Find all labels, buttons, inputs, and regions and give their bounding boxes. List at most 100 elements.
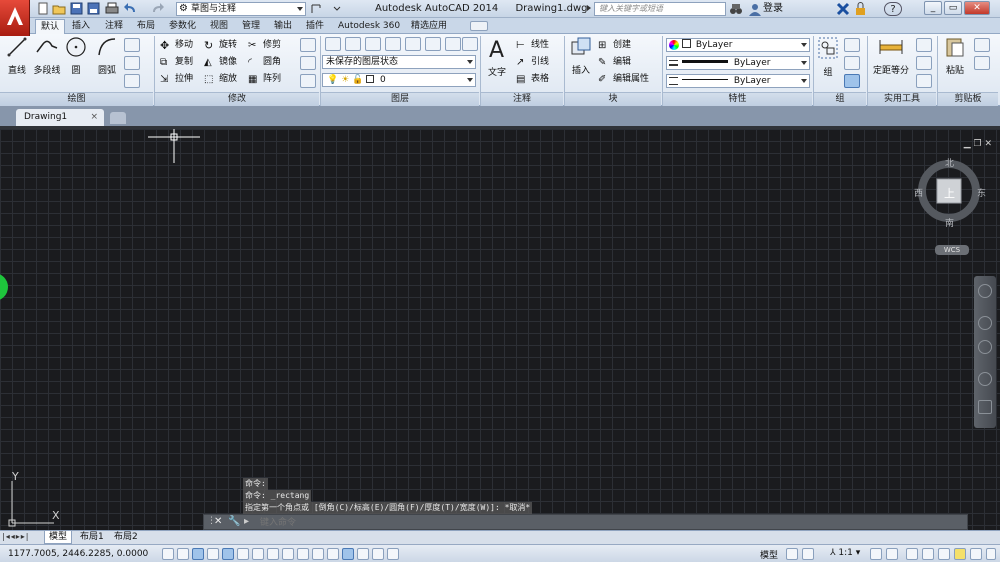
offset-icon[interactable] [300,74,316,88]
groups-panel-title[interactable]: 组 [814,92,866,106]
new-drawing-tab-button[interactable] [110,112,126,124]
tab-layout2[interactable]: 布局2 [110,531,142,544]
clipboard-panel-title[interactable]: 剪贴板 [938,92,998,106]
layer-properties-icon[interactable] [325,37,341,51]
copy-tool[interactable]: ⧉ 复制 [160,55,193,70]
save-as-icon[interactable] [87,2,101,15]
array-tool[interactable]: ▦ 阵列 [248,72,281,87]
isolate-objects-icon[interactable] [954,548,966,560]
layer-icon[interactable] [425,37,441,51]
tab-plugins[interactable]: 插件 [301,19,329,34]
cut-icon[interactable] [974,38,990,52]
tab-model[interactable]: 模型 [44,531,73,544]
layout-nav-arrows-icon[interactable]: |◂◂▸▸| [2,532,29,541]
3d-object-snap-icon[interactable] [252,548,264,560]
text-tool[interactable]: A 文字 [484,36,510,78]
command-input[interactable] [260,517,860,528]
quick-calc-icon[interactable] [916,56,932,70]
drawing-tab[interactable]: Drawing1 × [16,109,104,126]
close-tab-icon[interactable]: × [90,109,98,126]
restore-button[interactable]: ▭ [944,1,962,15]
workspace-select[interactable]: ⚙ 草图与注释 [176,2,306,16]
group-select-icon[interactable] [844,74,860,88]
wcs-menu-button[interactable]: WCS [935,245,969,255]
auto-scale-icon[interactable] [886,548,898,560]
modify-panel-title[interactable]: 修改 [155,92,319,106]
arc-tool[interactable]: 圆弧 [94,36,120,76]
ungroup-icon[interactable] [844,38,860,52]
viewcube-north[interactable]: 北 [945,156,954,169]
layer-icon[interactable] [462,37,478,51]
linetype-select[interactable]: ByLayer [666,74,810,88]
tab-insert[interactable]: 插入 [67,19,95,34]
viewcube-top-face[interactable]: 上 [944,185,955,201]
object-snap-tracking-icon[interactable] [267,548,279,560]
lineweight-toggle-icon[interactable] [312,548,324,560]
tab-home[interactable]: 默认 [35,19,66,34]
viewcube-south[interactable]: 南 [945,216,954,229]
rotate-tool[interactable]: ↻ 旋转 [204,38,237,53]
circle-tool[interactable]: 圆 [64,36,88,76]
toolbar-lock-icon[interactable] [922,548,934,560]
dynamic-input-icon[interactable] [297,548,309,560]
paste-tool[interactable]: 粘贴 [942,36,968,76]
tab-view[interactable]: 视图 [205,19,233,34]
edit-attributes-tool[interactable]: ✐ 编辑属性 [598,72,649,87]
annotation-visibility-icon[interactable] [870,548,882,560]
showmotion-icon[interactable] [978,400,992,414]
minimize-button[interactable]: _ [924,1,942,15]
layer-icon[interactable] [405,37,421,51]
login-button[interactable]: 登录 [763,2,783,16]
annotation-panel-title[interactable]: 注释 [481,92,563,106]
navigation-bar[interactable] [974,276,996,428]
polar-tracking-icon[interactable] [222,548,234,560]
exchange-x-icon[interactable] [836,2,850,16]
measure-tool[interactable]: 定距等分 [870,36,912,76]
wrench-icon[interactable]: 🔧 [228,516,240,527]
lineweight-select[interactable]: ByLayer [666,56,810,70]
quick-view-layouts-icon[interactable] [786,548,798,560]
tab-layout1[interactable]: 布局1 [76,531,108,544]
search-expand-icon[interactable] [587,5,591,11]
move-tool[interactable]: ✥ 移动 [160,38,193,53]
scale-tool[interactable]: ⬚ 缩放 [204,72,237,87]
help-icon[interactable]: ? [884,2,902,16]
search-input[interactable]: 键入关键字或短语 [594,2,726,16]
quick-properties-icon[interactable] [342,548,354,560]
new-file-icon[interactable] [36,2,50,15]
binoculars-icon[interactable] [729,2,743,16]
viewport-minimize-icon[interactable]: ▁ [964,139,971,149]
tab-annotate[interactable]: 注释 [100,19,128,34]
rectangle-icon[interactable] [124,38,140,52]
save-icon[interactable] [70,2,84,15]
model-space-label[interactable]: 模型 [760,548,778,561]
trim-tool[interactable]: ✂ 修剪 [248,38,281,53]
erase-icon[interactable] [300,38,316,52]
workspace-switch-icon[interactable] [906,548,918,560]
lock-icon[interactable] [854,2,868,16]
application-menu-button[interactable] [0,0,30,36]
hatch-icon[interactable] [124,74,140,88]
clean-screen-icon[interactable] [986,548,996,560]
viewport-close-icon[interactable]: ✕ [984,139,992,149]
transparency-icon[interactable] [327,548,339,560]
stretch-tool[interactable]: ⇲ 拉伸 [160,72,193,87]
steering-wheel-icon[interactable] [978,284,992,298]
undo-icon[interactable] [124,2,138,15]
explode-icon[interactable] [300,56,316,70]
ribbon-minimize-toggle[interactable] [470,21,488,31]
tab-layout[interactable]: 布局 [132,19,160,34]
utilities-panel-title[interactable]: 实用工具 [868,92,936,106]
layer-icon[interactable] [345,37,361,51]
ellipse-icon[interactable] [124,56,140,70]
viewcube-west[interactable]: 西 [914,186,923,199]
ducs-icon[interactable] [282,548,294,560]
table-tool[interactable]: ▤ 表格 [516,72,549,87]
linear-dim-tool[interactable]: ⊢ 线性 [516,38,549,53]
insert-block-tool[interactable]: 插入 [568,36,594,76]
plus-icon[interactable] [387,548,399,560]
layer-icon[interactable] [385,37,401,51]
edit-block-tool[interactable]: ✎ 编辑 [598,55,631,70]
group-tool[interactable]: 组 [816,36,840,78]
polyline-tool[interactable]: 多段线 [32,36,62,76]
